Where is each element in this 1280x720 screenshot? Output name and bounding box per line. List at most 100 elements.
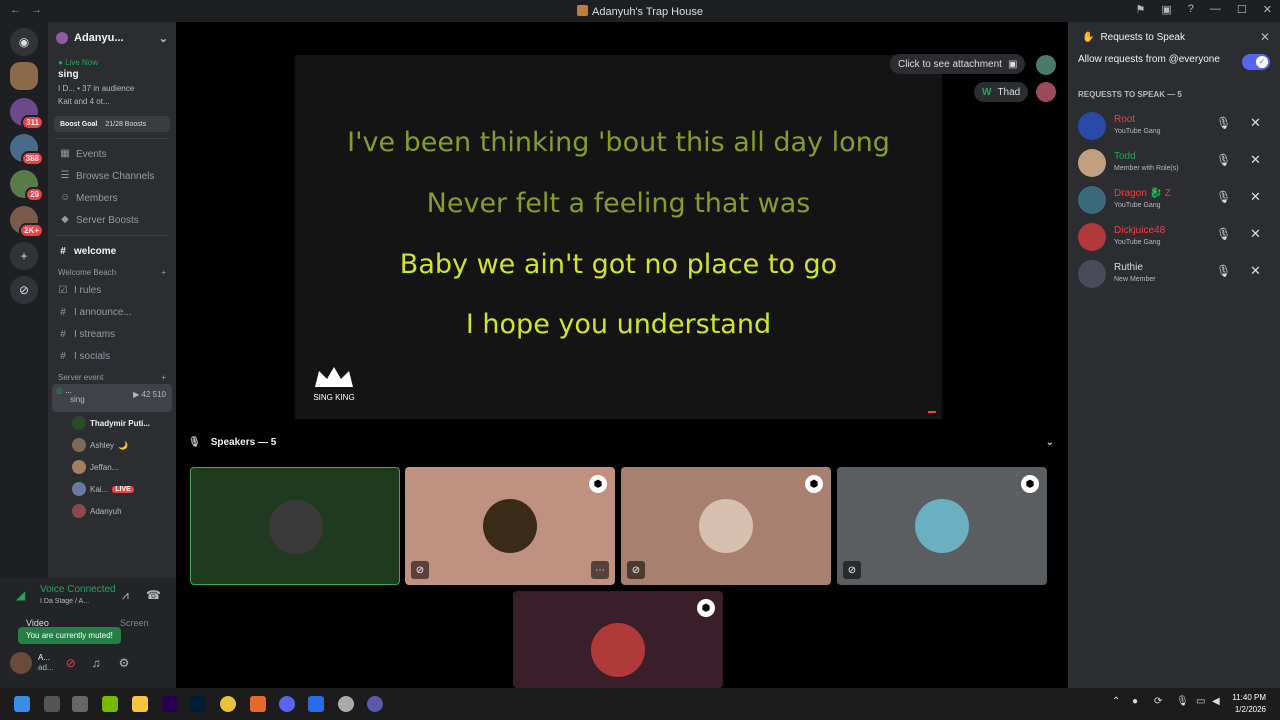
nav-server-boosts[interactable]: ◆ Server Boosts (48, 209, 176, 231)
server-icon[interactable] (10, 62, 38, 90)
channel-socials[interactable]: # I socials (48, 345, 176, 367)
request-name[interactable]: Dragon 🐉 Z (1114, 188, 1171, 199)
app-icon[interactable] (338, 696, 354, 712)
server-folder-icon[interactable]: 2K+ (10, 206, 44, 238)
server-folder-icon[interactable]: 388 (10, 134, 44, 166)
close-icon[interactable]: ✕ (1260, 30, 1270, 44)
noise-suppression-icon[interactable]: ⩘ (122, 588, 129, 603)
live-stage-card[interactable]: ● Live Now sing I D... • 37 in audience … (52, 54, 172, 110)
speaker-tile[interactable]: ⬢ ⊘ ⋯ (405, 467, 615, 585)
voice-location[interactable]: I Da Stage / A... (40, 598, 89, 605)
request-name[interactable]: Root (1114, 114, 1135, 125)
app-icon[interactable] (250, 696, 266, 712)
channel-streams[interactable]: # I streams (48, 323, 176, 345)
sync-icon[interactable]: ⟳ (1154, 696, 1162, 707)
chevron-up-icon[interactable]: ⌃ (1112, 696, 1120, 707)
request-name[interactable]: Ruthie (1114, 262, 1143, 273)
deny-icon[interactable]: ✕ (1250, 189, 1261, 205)
avatar[interactable] (1036, 55, 1056, 75)
speaker-tile[interactable]: ⬢ ⊘ (621, 467, 831, 585)
server-header[interactable]: Adanyu... ⌄ (48, 22, 176, 54)
chevron-down-icon[interactable]: ⌄ (1046, 437, 1054, 448)
nav-browse-channels[interactable]: ☰ Browse Channels (48, 165, 176, 187)
system-clock[interactable]: 11:40 PM 1/2/2026 (1232, 692, 1266, 716)
nav-events[interactable]: ▦ Events (48, 143, 176, 165)
speaker-tile[interactable]: ⬢ ⊘ (837, 467, 1047, 585)
server-folder-icon[interactable]: 311 (10, 98, 44, 130)
tray-app-icon[interactable]: ● (1132, 696, 1138, 707)
deny-icon[interactable]: ✕ (1250, 152, 1261, 168)
stage-member[interactable]: Ashley 🌙 (48, 434, 176, 456)
user-avatar[interactable] (1078, 260, 1106, 288)
help-icon[interactable]: ? (1188, 3, 1194, 16)
category-server-event[interactable]: Server event + (48, 367, 176, 384)
channel-welcome[interactable]: # welcome (48, 240, 176, 262)
stage-channel-active[interactable]: ◎ ... sing ▶ 42 510 (52, 384, 172, 412)
app-icon[interactable] (308, 696, 324, 712)
user-avatar[interactable] (1078, 112, 1106, 140)
user-avatar[interactable] (1078, 223, 1106, 251)
chrome-icon[interactable] (220, 696, 236, 712)
app-icon[interactable] (367, 696, 383, 712)
volume-icon[interactable]: ◀ (1212, 696, 1220, 707)
stage-member[interactable]: Thadymir Puti... (48, 412, 176, 434)
request-name[interactable]: Todd (1114, 151, 1136, 162)
stage-member[interactable]: Adanyuh (48, 500, 176, 522)
deny-icon[interactable]: ✕ (1250, 226, 1261, 242)
voice-status[interactable]: Voice Connected (40, 584, 116, 595)
speaker-tile[interactable]: ⬢ (513, 591, 723, 688)
boost-goal[interactable]: Boost Goal 21/28 Boosts (54, 116, 170, 132)
speakers-header[interactable]: 🎙 Speakers — 5 ⌄ (188, 434, 1054, 450)
deny-icon[interactable]: ✕ (1250, 263, 1261, 279)
user-avatar[interactable] (10, 652, 32, 674)
inbox-icon[interactable]: ⚑ (1136, 3, 1146, 16)
file-explorer-icon[interactable] (132, 696, 148, 712)
avatar[interactable] (1036, 82, 1056, 102)
headphones-icon[interactable]: ♫ (92, 656, 101, 670)
more-options-icon[interactable]: ⋯ (591, 561, 609, 579)
speaker-tile[interactable] (190, 467, 400, 585)
add-channel-icon[interactable]: + (161, 268, 166, 277)
photoshop-icon[interactable] (190, 696, 206, 712)
channel-rules[interactable]: ☑ I rules (48, 279, 176, 301)
settings-gear-icon[interactable]: ⚙ (119, 656, 130, 670)
windows-start-icon[interactable] (14, 696, 30, 712)
network-icon[interactable]: ▭ (1196, 696, 1205, 707)
close-button[interactable]: ✕ (1263, 3, 1272, 16)
maximize-button[interactable]: ☐ (1237, 3, 1247, 16)
user-avatar[interactable] (1078, 149, 1106, 177)
screen-button[interactable]: Screen (120, 618, 149, 628)
minimize-button[interactable]: — (1210, 3, 1221, 16)
disconnect-icon[interactable]: ☎ (146, 588, 161, 602)
user-avatar[interactable] (1078, 186, 1106, 214)
stage-member[interactable]: Kai... LIVE (48, 478, 176, 500)
stream-video[interactable]: I've been thinking 'bout this all day lo… (295, 55, 942, 419)
channel-announcements[interactable]: # I announce... (48, 301, 176, 323)
invite-to-speak-icon[interactable]: 🎙 (1216, 227, 1231, 241)
app-icon[interactable] (72, 696, 88, 712)
nav-members[interactable]: ☺ Members (48, 187, 176, 209)
request-name[interactable]: Dickjuice48 (1114, 225, 1165, 236)
deny-icon[interactable]: ✕ (1250, 115, 1261, 131)
mic-muted-icon[interactable]: ⊘ (66, 656, 76, 670)
mic-icon[interactable]: 🎙 (1176, 696, 1189, 707)
screen-icon[interactable]: ▣ (1161, 3, 1171, 16)
stage-member[interactable]: Jeffan... (48, 456, 176, 478)
add-channel-icon[interactable]: + (161, 373, 166, 382)
invite-to-speak-icon[interactable]: 🎙 (1216, 153, 1231, 167)
discord-home-icon[interactable]: ◉ (10, 28, 38, 56)
discord-icon[interactable] (279, 696, 295, 712)
nvidia-icon[interactable] (102, 696, 118, 712)
add-server-icon[interactable]: + (10, 242, 38, 270)
task-view-icon[interactable] (44, 696, 60, 712)
attachment-pill[interactable]: Click to see attachment ▣ (890, 54, 1026, 74)
invite-to-speak-icon[interactable]: 🎙 (1216, 264, 1231, 278)
premiere-icon[interactable] (162, 696, 178, 712)
category-welcome-beach[interactable]: Welcome Beach + (48, 262, 176, 279)
discover-icon[interactable]: ⊘ (10, 276, 38, 304)
invite-to-speak-icon[interactable]: 🎙 (1216, 190, 1231, 204)
server-folder-icon[interactable]: 29 (10, 170, 44, 202)
allow-requests-toggle[interactable] (1242, 54, 1270, 70)
thad-pill[interactable]: W Thad (974, 82, 1029, 102)
invite-to-speak-icon[interactable]: 🎙 (1216, 116, 1231, 130)
